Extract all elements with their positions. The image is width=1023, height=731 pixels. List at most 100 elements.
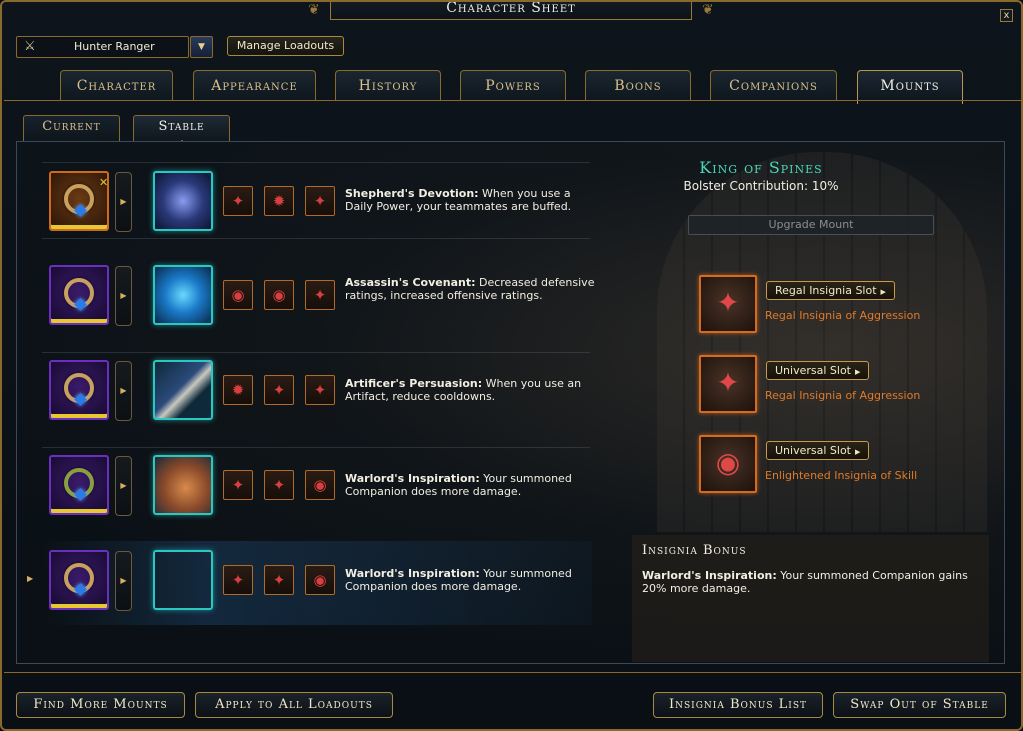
mount-row-4[interactable]: ▶ ✦ ✦ ◉ Warlord's Inspiration: Your summ… — [27, 446, 587, 530]
insignia-slot[interactable]: ✦ — [223, 470, 253, 500]
mount-power-text: Shepherd's Devotion: When you use a Dail… — [345, 187, 595, 213]
ornament-left-icon: ❦ — [308, 2, 320, 18]
slot-button-label: Universal Slot — [775, 364, 851, 377]
insignia-slot[interactable]: ✹ — [223, 375, 253, 405]
mount-name: King of Spines — [699, 158, 823, 177]
dinosaur-mount-icon[interactable] — [153, 550, 213, 610]
regal-insignia-slot-button[interactable]: Regal Insignia Slot ▶ — [766, 281, 895, 300]
insignia-slot[interactable]: ◉ — [223, 280, 253, 310]
window-title: Character Sheet — [330, 2, 692, 20]
ring-icon — [64, 278, 94, 308]
carpet-mount-icon[interactable] — [153, 360, 213, 420]
mount-row-2[interactable]: ▶ ◉ ◉ ✦ Assassin's Covenant: Decreased d… — [27, 256, 594, 340]
close-button[interactable]: x — [1000, 9, 1013, 22]
mount-power-name: Warlord's Inspiration: — [345, 567, 480, 580]
insignia-slot[interactable]: ✦ — [223, 186, 253, 216]
arrow-right-icon: ▶ — [855, 368, 861, 376]
subtab-stable-label: Stable — [158, 119, 205, 134]
insignia-slot[interactable]: ✦ — [305, 186, 335, 216]
insignia-slot-2-icon[interactable]: ✦ — [699, 355, 757, 413]
slot-button-label: Regal Insignia Slot — [775, 284, 877, 297]
expand-button[interactable]: ▶ — [115, 361, 132, 421]
expand-button[interactable]: ▶ — [115, 456, 132, 516]
swap-out-of-stable-button[interactable]: Swap Out of Stable — [833, 692, 1006, 718]
insignia-name: Enlightened Insignia of Skill — [765, 469, 918, 482]
insignia-slot[interactable]: ✦ — [305, 280, 335, 310]
badge-icon: ✕ — [99, 176, 109, 189]
crossed-swords-icon: ⚔ — [24, 39, 36, 54]
mount-row-5[interactable]: ▶ ▶ ✦ ✦ ◉ Warlord's Inspiration: Your su… — [27, 541, 595, 625]
mount-power-text: Warlord's Inspiration: Your summoned Com… — [345, 567, 595, 593]
mount-power-text: Artificer's Persuasion: When you use an … — [345, 377, 595, 403]
tab-mounts[interactable]: Mounts — [857, 70, 963, 104]
equipment-slot[interactable]: ✕ — [49, 171, 109, 231]
universal-slot-button[interactable]: Universal Slot ▶ — [766, 441, 870, 460]
chevron-down-icon: ▼ — [198, 42, 205, 52]
mount-power-text: Assassin's Covenant: Decreased defensive… — [345, 276, 595, 302]
apply-to-all-loadouts-button[interactable]: Apply to All Loadouts — [195, 692, 393, 718]
insignia-slot[interactable]: ◉ — [305, 470, 335, 500]
find-more-mounts-button[interactable]: Find More Mounts — [16, 692, 185, 718]
equipment-slot[interactable] — [49, 360, 109, 420]
portal-mount-icon[interactable] — [153, 265, 213, 325]
tab-appearance[interactable]: Appearance — [193, 70, 316, 100]
arrow-right-icon: ▶ — [880, 288, 886, 296]
insignia-slot[interactable]: ✦ — [264, 565, 294, 595]
tab-companions[interactable]: Companions — [710, 70, 837, 100]
ornament-right-icon: ❦ — [702, 2, 714, 18]
tab-divider — [4, 100, 1021, 101]
tab-boons[interactable]: Boons — [585, 70, 691, 100]
mount-power-name: Artificer's Persuasion: — [345, 377, 483, 390]
ring-icon — [64, 468, 94, 498]
dinosaur-mount-icon[interactable] — [153, 455, 213, 515]
subtab-current[interactable]: Current — [23, 115, 120, 141]
mount-row-3[interactable]: ▶ ✹ ✦ ✦ Artificer's Persuasion: When you… — [27, 351, 587, 435]
slot-button-label: Universal Slot — [775, 444, 851, 457]
bottom-divider — [4, 672, 1021, 673]
insignia-slot[interactable]: ✦ — [305, 375, 335, 405]
insignia-slot[interactable]: ✦ — [264, 375, 294, 405]
insignia-slot[interactable]: ✹ — [264, 186, 294, 216]
expand-button[interactable]: ▶ — [115, 266, 132, 326]
tab-character[interactable]: Character — [60, 70, 173, 100]
mount-power-name: Warlord's Inspiration: — [345, 472, 480, 485]
character-sheet-window: Character Sheet x ❦ ❦ ⚔ Hunter Ranger ▼ … — [0, 0, 1023, 731]
insignia-bonus-list-button[interactable]: Insignia Bonus List — [653, 692, 823, 718]
tab-powers[interactable]: Powers — [460, 70, 566, 100]
mount-row-1[interactable]: ✕ ▶ ✦ ✹ ✦ Shepherd's Devotion: When you … — [27, 162, 587, 246]
expand-button[interactable]: ▶ — [115, 172, 132, 232]
expand-button[interactable]: ▶ — [115, 551, 132, 611]
ring-icon — [64, 563, 94, 593]
insignia-slot[interactable]: ◉ — [305, 565, 335, 595]
ring-icon — [64, 373, 94, 403]
ring-icon — [64, 184, 94, 214]
insignia-slot[interactable]: ✦ — [264, 470, 294, 500]
insignia-name: Regal Insignia of Aggression — [765, 389, 921, 402]
equipment-slot[interactable] — [49, 265, 109, 325]
loadout-select[interactable]: ⚔ Hunter Ranger — [16, 36, 189, 58]
upgrade-mount-button[interactable]: Upgrade Mount — [688, 215, 934, 235]
loadout-value: Hunter Ranger — [74, 40, 155, 53]
insignia-slot[interactable]: ◉ — [264, 280, 294, 310]
tab-history[interactable]: History — [335, 70, 441, 100]
universal-slot-button[interactable]: Universal Slot ▶ — [766, 361, 870, 380]
insignia-slot-3-icon[interactable]: ◉ — [699, 435, 757, 493]
mount-power-text: Warlord's Inspiration: Your summoned Com… — [345, 472, 595, 498]
insignia-name: Regal Insignia of Aggression — [765, 309, 921, 322]
insignia-slot-1-icon[interactable]: ✦ — [699, 275, 757, 333]
insignia-slot[interactable]: ✦ — [223, 565, 253, 595]
bolster-contribution: Bolster Contribution: 10% — [683, 179, 839, 193]
mount-power-name: Assassin's Covenant: — [345, 276, 476, 289]
mount-power-name: Shepherd's Devotion: — [345, 187, 479, 200]
insignia-bonus-text: Warlord's Inspiration: Your summoned Com… — [642, 569, 987, 595]
insignia-bonus-title: Insignia Bonus — [642, 543, 747, 558]
equipment-slot[interactable] — [49, 550, 109, 610]
manage-loadouts-button[interactable]: Manage Loadouts — [227, 36, 344, 56]
selected-arrow-icon: ▶ — [27, 574, 34, 583]
magic-mount-icon[interactable] — [153, 171, 213, 231]
arrow-right-icon: ▶ — [855, 448, 861, 456]
subtab-stable[interactable]: Stable — [133, 115, 230, 145]
loadout-dropdown-button[interactable]: ▼ — [190, 36, 213, 58]
equipment-slot[interactable] — [49, 455, 109, 515]
bonus-power-name: Warlord's Inspiration: — [642, 569, 777, 582]
